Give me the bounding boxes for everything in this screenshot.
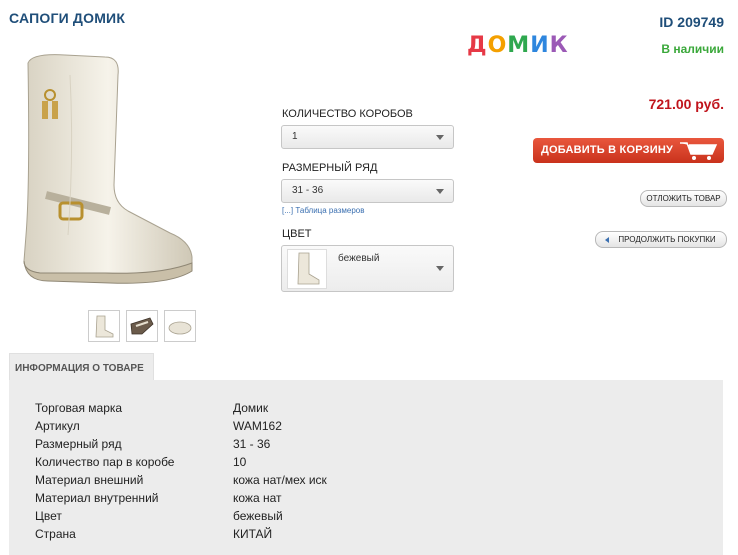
product-id: ID 209749 bbox=[659, 14, 724, 30]
brand-logo-letter: И bbox=[530, 33, 550, 58]
spec-value: бежевый bbox=[233, 509, 283, 523]
product-main-image[interactable] bbox=[10, 35, 210, 297]
spec-key: Материал внутренний bbox=[35, 491, 159, 505]
chevron-down-icon bbox=[436, 189, 444, 194]
chevron-down-icon bbox=[436, 266, 444, 271]
brand-logo-letter: О bbox=[487, 33, 508, 58]
stock-status: В наличии bbox=[661, 42, 724, 56]
brand-logo: ДОМИК bbox=[467, 33, 569, 58]
size-table-link[interactable]: [...] Таблица размеров bbox=[282, 206, 365, 215]
add-to-cart-label: ДОБАВИТЬ В КОРЗИНУ bbox=[541, 144, 674, 156]
spec-key: Страна bbox=[35, 527, 76, 541]
boxes-label: КОЛИЧЕСТВО КОРОБОВ bbox=[282, 108, 413, 120]
thumbnail-side[interactable] bbox=[88, 310, 120, 342]
product-info-panel: Торговая марка Домик Артикул WAM162 Размер… bbox=[9, 380, 723, 555]
size-label: РАЗМЕРНЫЙ РЯД bbox=[282, 162, 378, 174]
spec-value: кожа нат/мех иск bbox=[233, 473, 327, 487]
spec-key: Цвет bbox=[35, 509, 62, 523]
product-price: 721.00 руб. bbox=[648, 96, 724, 112]
color-select[interactable]: бежевый bbox=[281, 245, 454, 292]
color-label: ЦВЕТ bbox=[282, 228, 312, 240]
arrow-left-icon bbox=[605, 237, 609, 243]
spec-value: Домик bbox=[233, 401, 269, 415]
spec-value: кожа нат bbox=[233, 491, 282, 505]
brand-logo-letter: К bbox=[549, 33, 569, 58]
size-select[interactable]: 31 - 36 bbox=[281, 179, 454, 203]
boxes-value: 1 bbox=[292, 131, 298, 142]
spec-value: 10 bbox=[233, 455, 247, 469]
thumbnail-inner[interactable] bbox=[126, 310, 158, 342]
thumbnail-sole[interactable] bbox=[164, 310, 196, 342]
defer-button[interactable]: ОТЛОЖИТЬ ТОВАР bbox=[640, 190, 727, 207]
chevron-down-icon bbox=[436, 135, 444, 140]
spec-key: Количество пар в коробе bbox=[35, 455, 175, 469]
spec-key: Материал внешний bbox=[35, 473, 144, 487]
color-swatch-image bbox=[287, 249, 327, 289]
spec-value: КИТАЙ bbox=[233, 527, 273, 541]
color-value: бежевый bbox=[338, 253, 380, 264]
size-value: 31 - 36 bbox=[292, 185, 324, 196]
add-to-cart-button[interactable]: ДОБАВИТЬ В КОРЗИНУ bbox=[533, 138, 724, 163]
continue-shopping-button[interactable]: ПРОДОЛЖИТЬ ПОКУПКИ bbox=[595, 231, 727, 248]
spec-value: WAM162 bbox=[233, 419, 282, 433]
boxes-select[interactable]: 1 bbox=[281, 125, 454, 149]
spec-value: 31 - 36 bbox=[233, 437, 271, 451]
tab-product-info[interactable]: ИНФОРМАЦИЯ О ТОВАРЕ bbox=[9, 353, 154, 381]
spec-key: Размерный ряд bbox=[35, 437, 122, 451]
brand-logo-letter: Д bbox=[467, 33, 488, 58]
spec-key: Артикул bbox=[35, 419, 80, 433]
brand-logo-letter: М bbox=[507, 33, 531, 58]
thumbnail-strip bbox=[88, 310, 196, 342]
product-title: САПОГИ ДОМИК bbox=[9, 10, 126, 26]
spec-key: Торговая марка bbox=[35, 401, 123, 415]
continue-shopping-label: ПРОДОЛЖИТЬ ПОКУПКИ bbox=[618, 235, 716, 244]
cart-icon bbox=[678, 140, 720, 164]
